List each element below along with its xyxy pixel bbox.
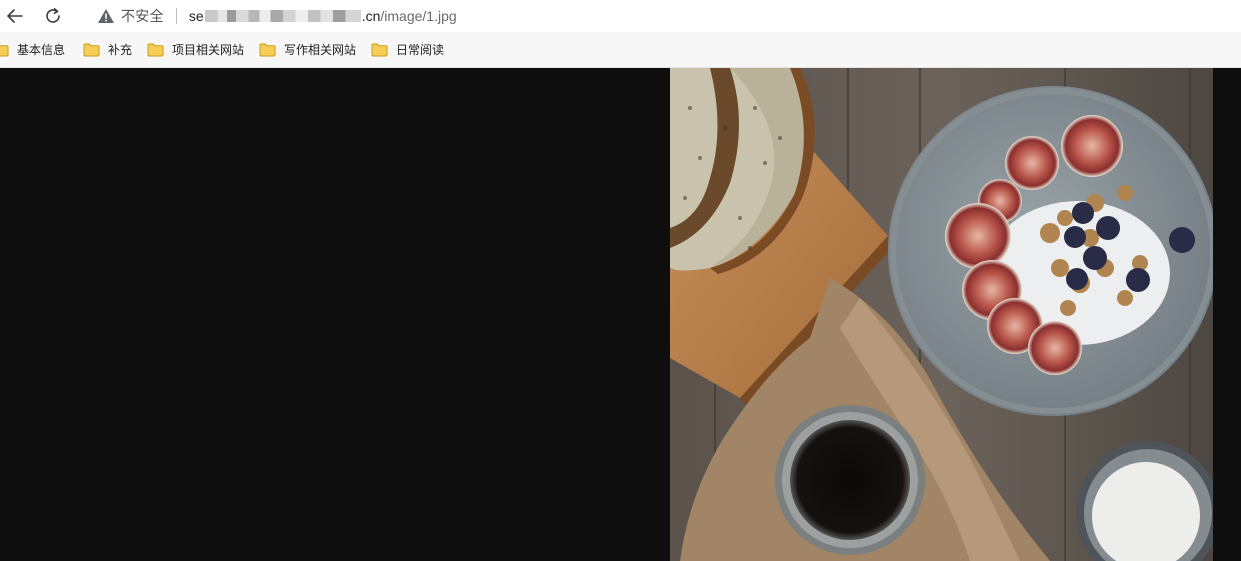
bookmark-label: 日常阅读	[396, 43, 445, 57]
bookmark-folder-basic-info[interactable]: 基本信息	[0, 36, 65, 64]
page-viewport	[0, 68, 1241, 561]
url-host-start: se	[188, 7, 204, 24]
displayed-image	[670, 68, 1213, 561]
url-redacted-blur	[204, 9, 361, 22]
url-path: /image/1.jpg	[380, 7, 457, 24]
browser-toolbar: 不安全 se .cn /image/1.jpg	[0, 0, 1241, 32]
bookmark-folder-project-sites[interactable]: 项目相关网站	[147, 36, 244, 64]
omnibox-divider	[175, 7, 177, 24]
bookmark-label: 项目相关网站	[172, 43, 245, 57]
folder-icon	[371, 43, 388, 56]
folder-icon	[83, 43, 100, 56]
address-bar[interactable]: 不安全 se .cn /image/1.jpg	[82, 0, 1241, 31]
url-host-tail: .cn	[361, 7, 381, 24]
folder-icon	[259, 43, 276, 56]
back-button[interactable]	[0, 1, 30, 31]
breakfast-photo-illustration	[670, 68, 1213, 561]
folder-icon	[147, 43, 164, 56]
bookmark-label: 写作相关网站	[284, 43, 357, 57]
bookmark-folder-supplement[interactable]: 补充	[83, 36, 132, 64]
reload-icon	[46, 8, 60, 23]
warning-triangle-icon[interactable]	[97, 8, 115, 24]
bookmark-folder-writing-sites[interactable]: 写作相关网站	[259, 36, 356, 64]
arrow-left-icon	[7, 9, 23, 23]
url-text[interactable]: se .cn /image/1.jpg	[189, 8, 457, 24]
folder-icon	[0, 44, 9, 56]
security-status-label[interactable]: 不安全	[121, 6, 164, 26]
reload-button[interactable]	[38, 1, 68, 31]
bookmark-folder-daily-reading[interactable]: 日常阅读	[371, 36, 444, 64]
bookmark-label: 基本信息	[17, 43, 66, 57]
bookmark-label: 补充	[108, 43, 133, 57]
bookmarks-bar: 基本信息 补充 项目相关网站 写作相关网站 日常阅读	[0, 32, 1241, 68]
